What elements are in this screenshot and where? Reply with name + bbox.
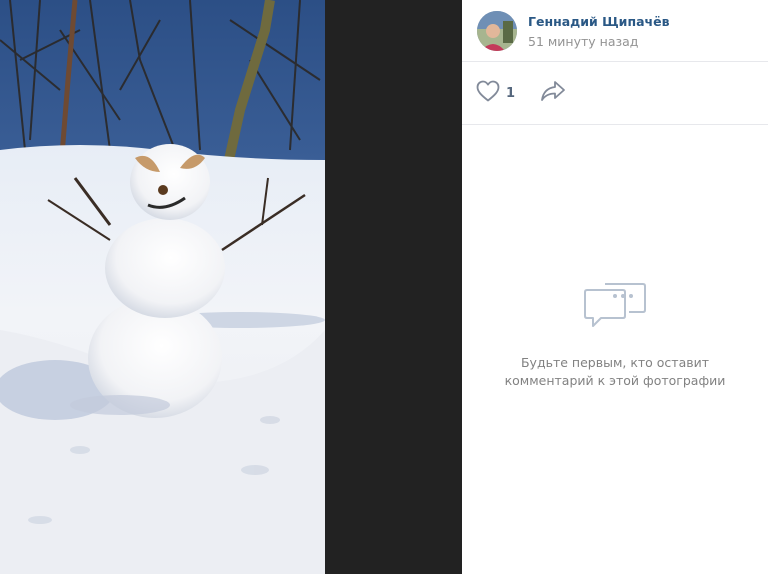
photo-sidebar: Геннадий Щипачёв 51 минуту назад 1 Будьт… xyxy=(462,0,768,574)
chat-bubble-icon xyxy=(583,283,647,336)
post-header: Геннадий Щипачёв 51 минуту назад xyxy=(462,0,768,62)
photo-snowman[interactable] xyxy=(0,0,325,574)
share-arrow-icon xyxy=(540,80,566,106)
avatar-image xyxy=(477,11,517,51)
heart-icon xyxy=(476,80,500,106)
comments-empty-text: Будьте первым, кто оставит комментарий к… xyxy=(504,355,726,388)
snowman-image xyxy=(0,0,325,574)
post-time[interactable]: 51 минуту назад xyxy=(528,34,638,49)
like-button[interactable]: 1 xyxy=(476,80,515,106)
author-name-link[interactable]: Геннадий Щипачёв xyxy=(528,14,670,29)
comments-empty-state: Будьте первым, кто оставит комментарий к… xyxy=(462,274,768,390)
avatar[interactable] xyxy=(477,11,517,51)
photo-viewer xyxy=(0,0,462,574)
share-button[interactable] xyxy=(540,80,568,106)
like-count: 1 xyxy=(506,85,516,101)
post-actions: 1 xyxy=(462,62,768,125)
